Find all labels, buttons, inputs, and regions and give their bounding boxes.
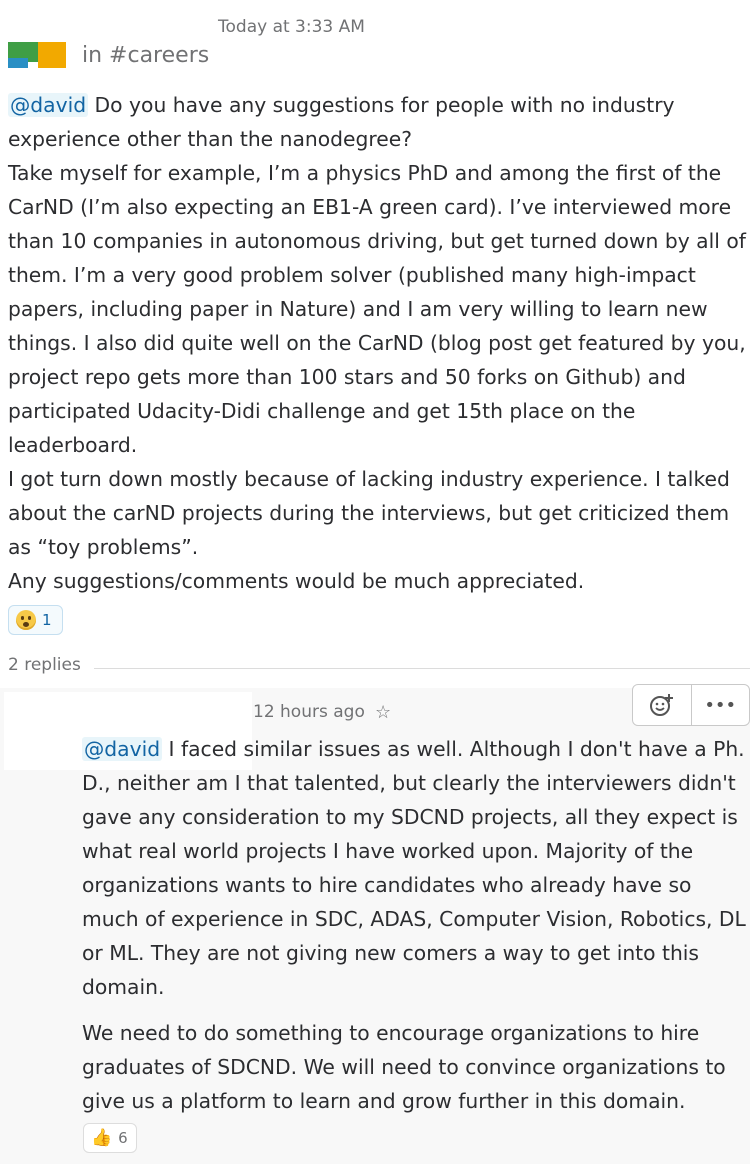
mention-link[interactable]: @david — [82, 737, 163, 761]
message-body: @david Do you have any suggestions for p… — [8, 88, 748, 598]
message-paragraph: @david Do you have any suggestions for p… — [8, 88, 748, 156]
reaction-count: 6 — [118, 1129, 128, 1147]
workspace-logo-icon — [8, 42, 66, 68]
message-paragraph: Any suggestions/comments would be much a… — [8, 569, 585, 593]
message-paragraph: Take myself for example, I’m a physics P… — [8, 161, 746, 457]
reply-paragraph: We need to do something to encourage org… — [82, 1021, 726, 1113]
hushed-face-icon — [16, 610, 36, 630]
more-actions-icon: ••• — [704, 694, 737, 716]
add-reaction-icon — [649, 694, 673, 716]
add-reaction-button[interactable] — [633, 685, 691, 725]
reaction-hushed[interactable]: 1 — [8, 605, 63, 635]
message-actions: ••• — [632, 684, 750, 726]
thumbs-up-icon: 👍 — [91, 1127, 113, 1148]
message-text: Do you have any suggestions for people w… — [8, 93, 675, 151]
reply-timestamp[interactable]: 12 hours ago — [253, 702, 365, 722]
reaction-count: 1 — [42, 611, 52, 629]
reaction-thumbs-up[interactable]: 👍 6 — [83, 1123, 137, 1153]
mention-link[interactable]: @david — [8, 93, 89, 117]
reply-paragraph: @david I faced similar issues as well. A… — [82, 732, 746, 1004]
reply-text: I faced similar issues as well. Although… — [82, 737, 746, 999]
more-actions-button[interactable]: ••• — [690, 685, 750, 725]
replies-count[interactable]: 2 replies — [8, 655, 81, 675]
star-icon[interactable]: ☆ — [375, 702, 391, 723]
message-timestamp[interactable]: Today at 3:33 AM — [218, 17, 365, 37]
reply-body: @david I faced similar issues as well. A… — [82, 732, 746, 1130]
channel-label[interactable]: in #careers — [82, 43, 209, 68]
message-paragraph: I got turn down mostly because of lackin… — [8, 467, 730, 559]
thread-divider — [94, 668, 750, 669]
